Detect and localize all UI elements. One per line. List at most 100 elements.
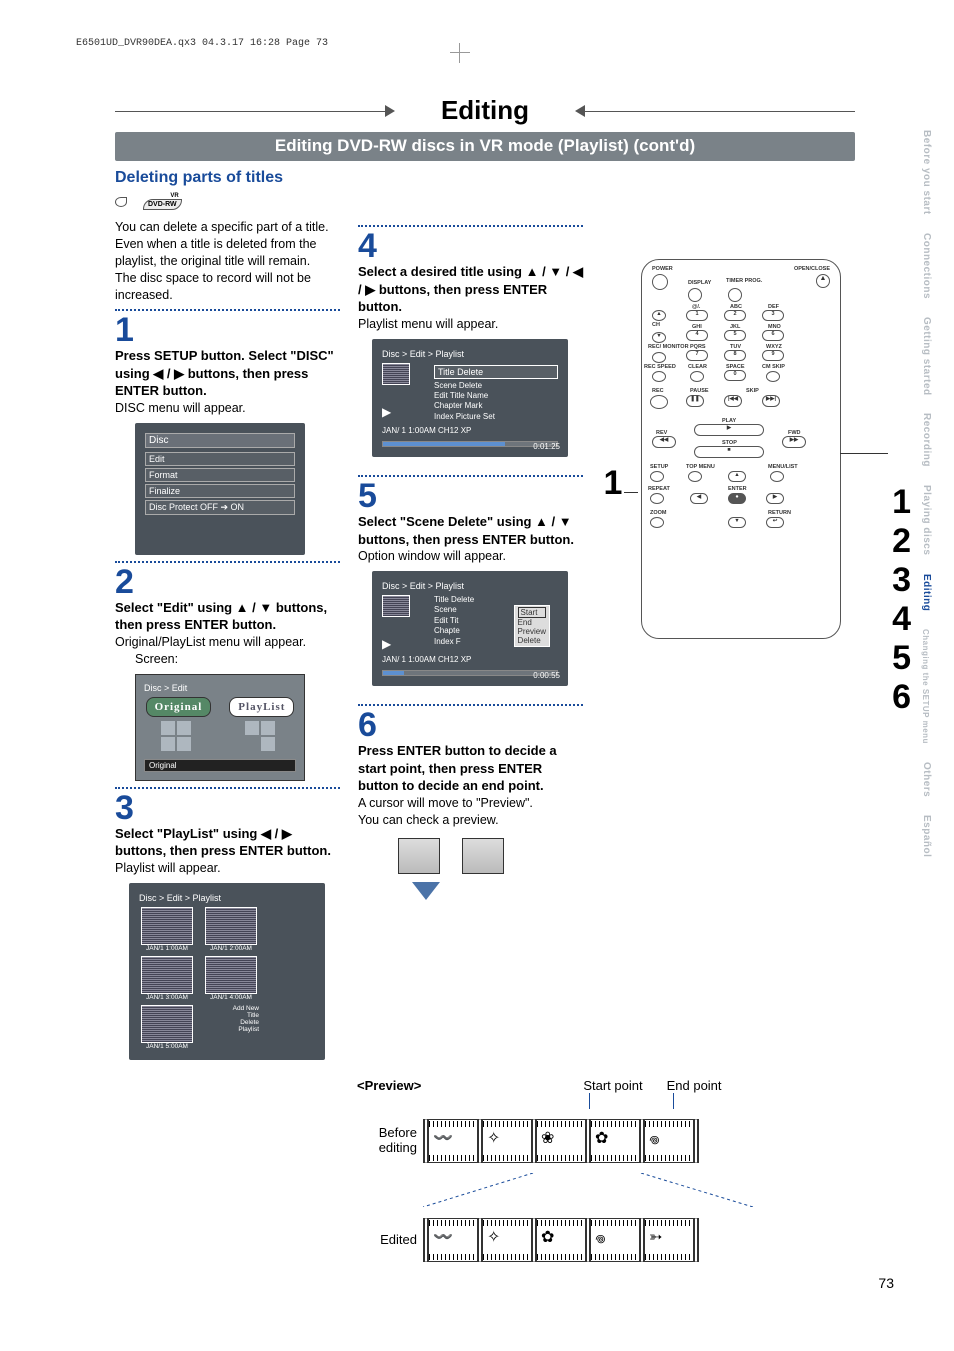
chapter-title: Editing: [441, 95, 529, 125]
step-number-4: 4: [358, 229, 583, 263]
intro-text-3: The disc space to record will not be inc…: [115, 270, 340, 304]
popup-item: End: [518, 618, 546, 627]
separator: [115, 309, 340, 311]
tab-original: Original: [146, 697, 212, 717]
enter-button: ●: [728, 493, 746, 504]
num-3: 3: [762, 310, 784, 321]
fwd-button: ▶▶: [782, 436, 806, 448]
zoom-button: [650, 517, 664, 528]
callout-num: 3: [892, 561, 911, 600]
extra-label: Delete: [203, 1019, 259, 1026]
remote-label: ENTER: [728, 486, 747, 492]
playlist-grid-screen: Disc > Edit > Playlist JAN/1 1:00AM JAN/…: [129, 883, 325, 1060]
remote-label: SETUP: [650, 464, 668, 470]
remote-label: DISPLAY: [688, 280, 711, 286]
row-label-before: Before editing: [357, 1126, 417, 1155]
callout-num: 6: [892, 678, 911, 717]
separator: [358, 475, 583, 477]
step-4-tail: Playlist menu will appear.: [358, 316, 583, 333]
left-callout: 1: [598, 464, 638, 503]
extra-label: Title: [203, 1012, 259, 1019]
step-4-head: Select a desired title using ▲ / ▼ / ◀ /…: [358, 263, 583, 316]
callout-num: 1: [892, 483, 911, 522]
setup-button: [650, 471, 664, 482]
nav-up-button: ▲: [728, 471, 746, 482]
step-5-head: Select "Scene Delete" using ▲ / ▼ button…: [358, 513, 583, 548]
step-number-1: 1: [115, 313, 340, 347]
thumb-label: JAN/1 4:00AM: [203, 994, 259, 1001]
extra-label: Playlist: [203, 1026, 259, 1033]
page-content: Editing Editing DVD-RW discs in VR mode …: [115, 95, 855, 1272]
intro-text-2: Even when a title is deleted from the pl…: [115, 236, 340, 270]
num-7: 7: [686, 350, 708, 361]
step-number-5: 5: [358, 479, 583, 513]
separator: [115, 561, 340, 563]
footer-label: Original: [144, 759, 296, 772]
remote-label: TIMER PROG.: [726, 278, 762, 284]
scene-menu-screen: Disc > Edit > Playlist ▶ Title Delete Sc…: [372, 571, 568, 686]
playlist-menu-item: Scene Delete: [434, 381, 558, 391]
display-button: [688, 288, 702, 302]
right-callouts: 1 2 3 4 5 6: [892, 483, 911, 717]
intro-text-1: You can delete a specific part of a titl…: [115, 219, 340, 236]
elapsed-time: 0:00:55: [533, 671, 560, 680]
disc-menu-title: Disc: [145, 433, 295, 448]
disc-badge: DVD-RW: [115, 193, 855, 211]
step-2-head: Select "Edit" using ▲ / ▼ buttons, then …: [115, 599, 340, 634]
disc-menu-screen: Disc Edit Format Finalize Disc Protect O…: [135, 423, 305, 555]
playlist-menu-item: Edit Title Name: [434, 391, 558, 401]
side-tabs: Before you start Connections Getting sta…: [921, 130, 939, 876]
step-3-head: Select "PlayList" using ◀ / ▶ buttons, t…: [115, 825, 340, 860]
callout-num: 5: [892, 639, 911, 678]
remote-label: CLEAR: [688, 364, 707, 370]
num-9: 9: [762, 350, 784, 361]
rev-button: ◀◀: [652, 436, 676, 448]
thumb-label: JAN/1 2:00AM: [203, 945, 259, 952]
remote-label: MENU/LIST: [768, 464, 798, 470]
elapsed-time: 0:01:25: [533, 442, 560, 451]
openclose-button: ▲: [816, 274, 830, 288]
disc-menu-item: Format: [145, 468, 295, 482]
topmenu-button: [688, 471, 702, 482]
crop-mark-icon: [450, 43, 470, 63]
section-subtitle: Deleting parts of titles: [115, 169, 855, 187]
menulist-button: [770, 471, 784, 482]
rec-button: [650, 395, 668, 409]
nav-left-button: ◀: [690, 493, 708, 504]
scene-left-item: Title Delete: [434, 595, 558, 605]
extra-label: Add New: [203, 1005, 259, 1012]
remote-label: REPEAT: [648, 486, 670, 492]
step-1-head: Press SETUP button. Select "DISC" using …: [115, 347, 340, 400]
side-tab: Playing discs: [921, 485, 932, 555]
nav-right-button: ▶: [766, 493, 784, 504]
step-number-2: 2: [115, 565, 340, 599]
remote-label: REC SPEED: [644, 364, 676, 370]
step-2-tail: Original/PlayList menu will appear.: [115, 634, 340, 651]
playlist-menu-item: Title Delete: [434, 365, 558, 379]
remote-control-diagram: POWER OPEN/CLOSE ▲ DISPLAY TIMER PROG. @…: [641, 259, 841, 639]
ch-down-button: ▼: [652, 332, 666, 343]
callout-num: 4: [892, 600, 911, 639]
remote-label: PAUSE: [690, 388, 709, 394]
step-6-head: Press ENTER button to decide a start poi…: [358, 742, 583, 795]
chapter-banner: Editing: [115, 95, 855, 126]
step-1-tail: DISC menu will appear.: [115, 400, 340, 417]
pause-button: ❚❚: [686, 395, 704, 407]
remote-label: TOP MENU: [686, 464, 715, 470]
step-3-tail: Playlist will appear.: [115, 860, 340, 877]
power-button: [652, 274, 668, 290]
playlist-menu-screen: Disc > Edit > Playlist ▶ Title Delete Sc…: [372, 339, 568, 458]
popup-item: Start: [518, 607, 546, 618]
cmskip-button: [766, 371, 780, 382]
playlist-menu-item: Chapter Mark: [434, 401, 558, 411]
thumb-label: JAN/1 3:00AM: [139, 994, 195, 1001]
num-0: 0: [724, 370, 746, 381]
side-tab: Connections: [921, 233, 932, 299]
step-6-tail1: A cursor will move to "Preview".: [358, 795, 583, 812]
remote-label: CM SKIP: [762, 364, 785, 370]
skip-fwd-button: ▶▶|: [762, 395, 780, 407]
remote-label: REC/ MONITOR: [648, 344, 689, 350]
preview-thumb: [462, 838, 504, 874]
remote-label: OPEN/CLOSE: [794, 266, 830, 272]
column-left: You can delete a specific part of a titl…: [115, 219, 340, 1060]
